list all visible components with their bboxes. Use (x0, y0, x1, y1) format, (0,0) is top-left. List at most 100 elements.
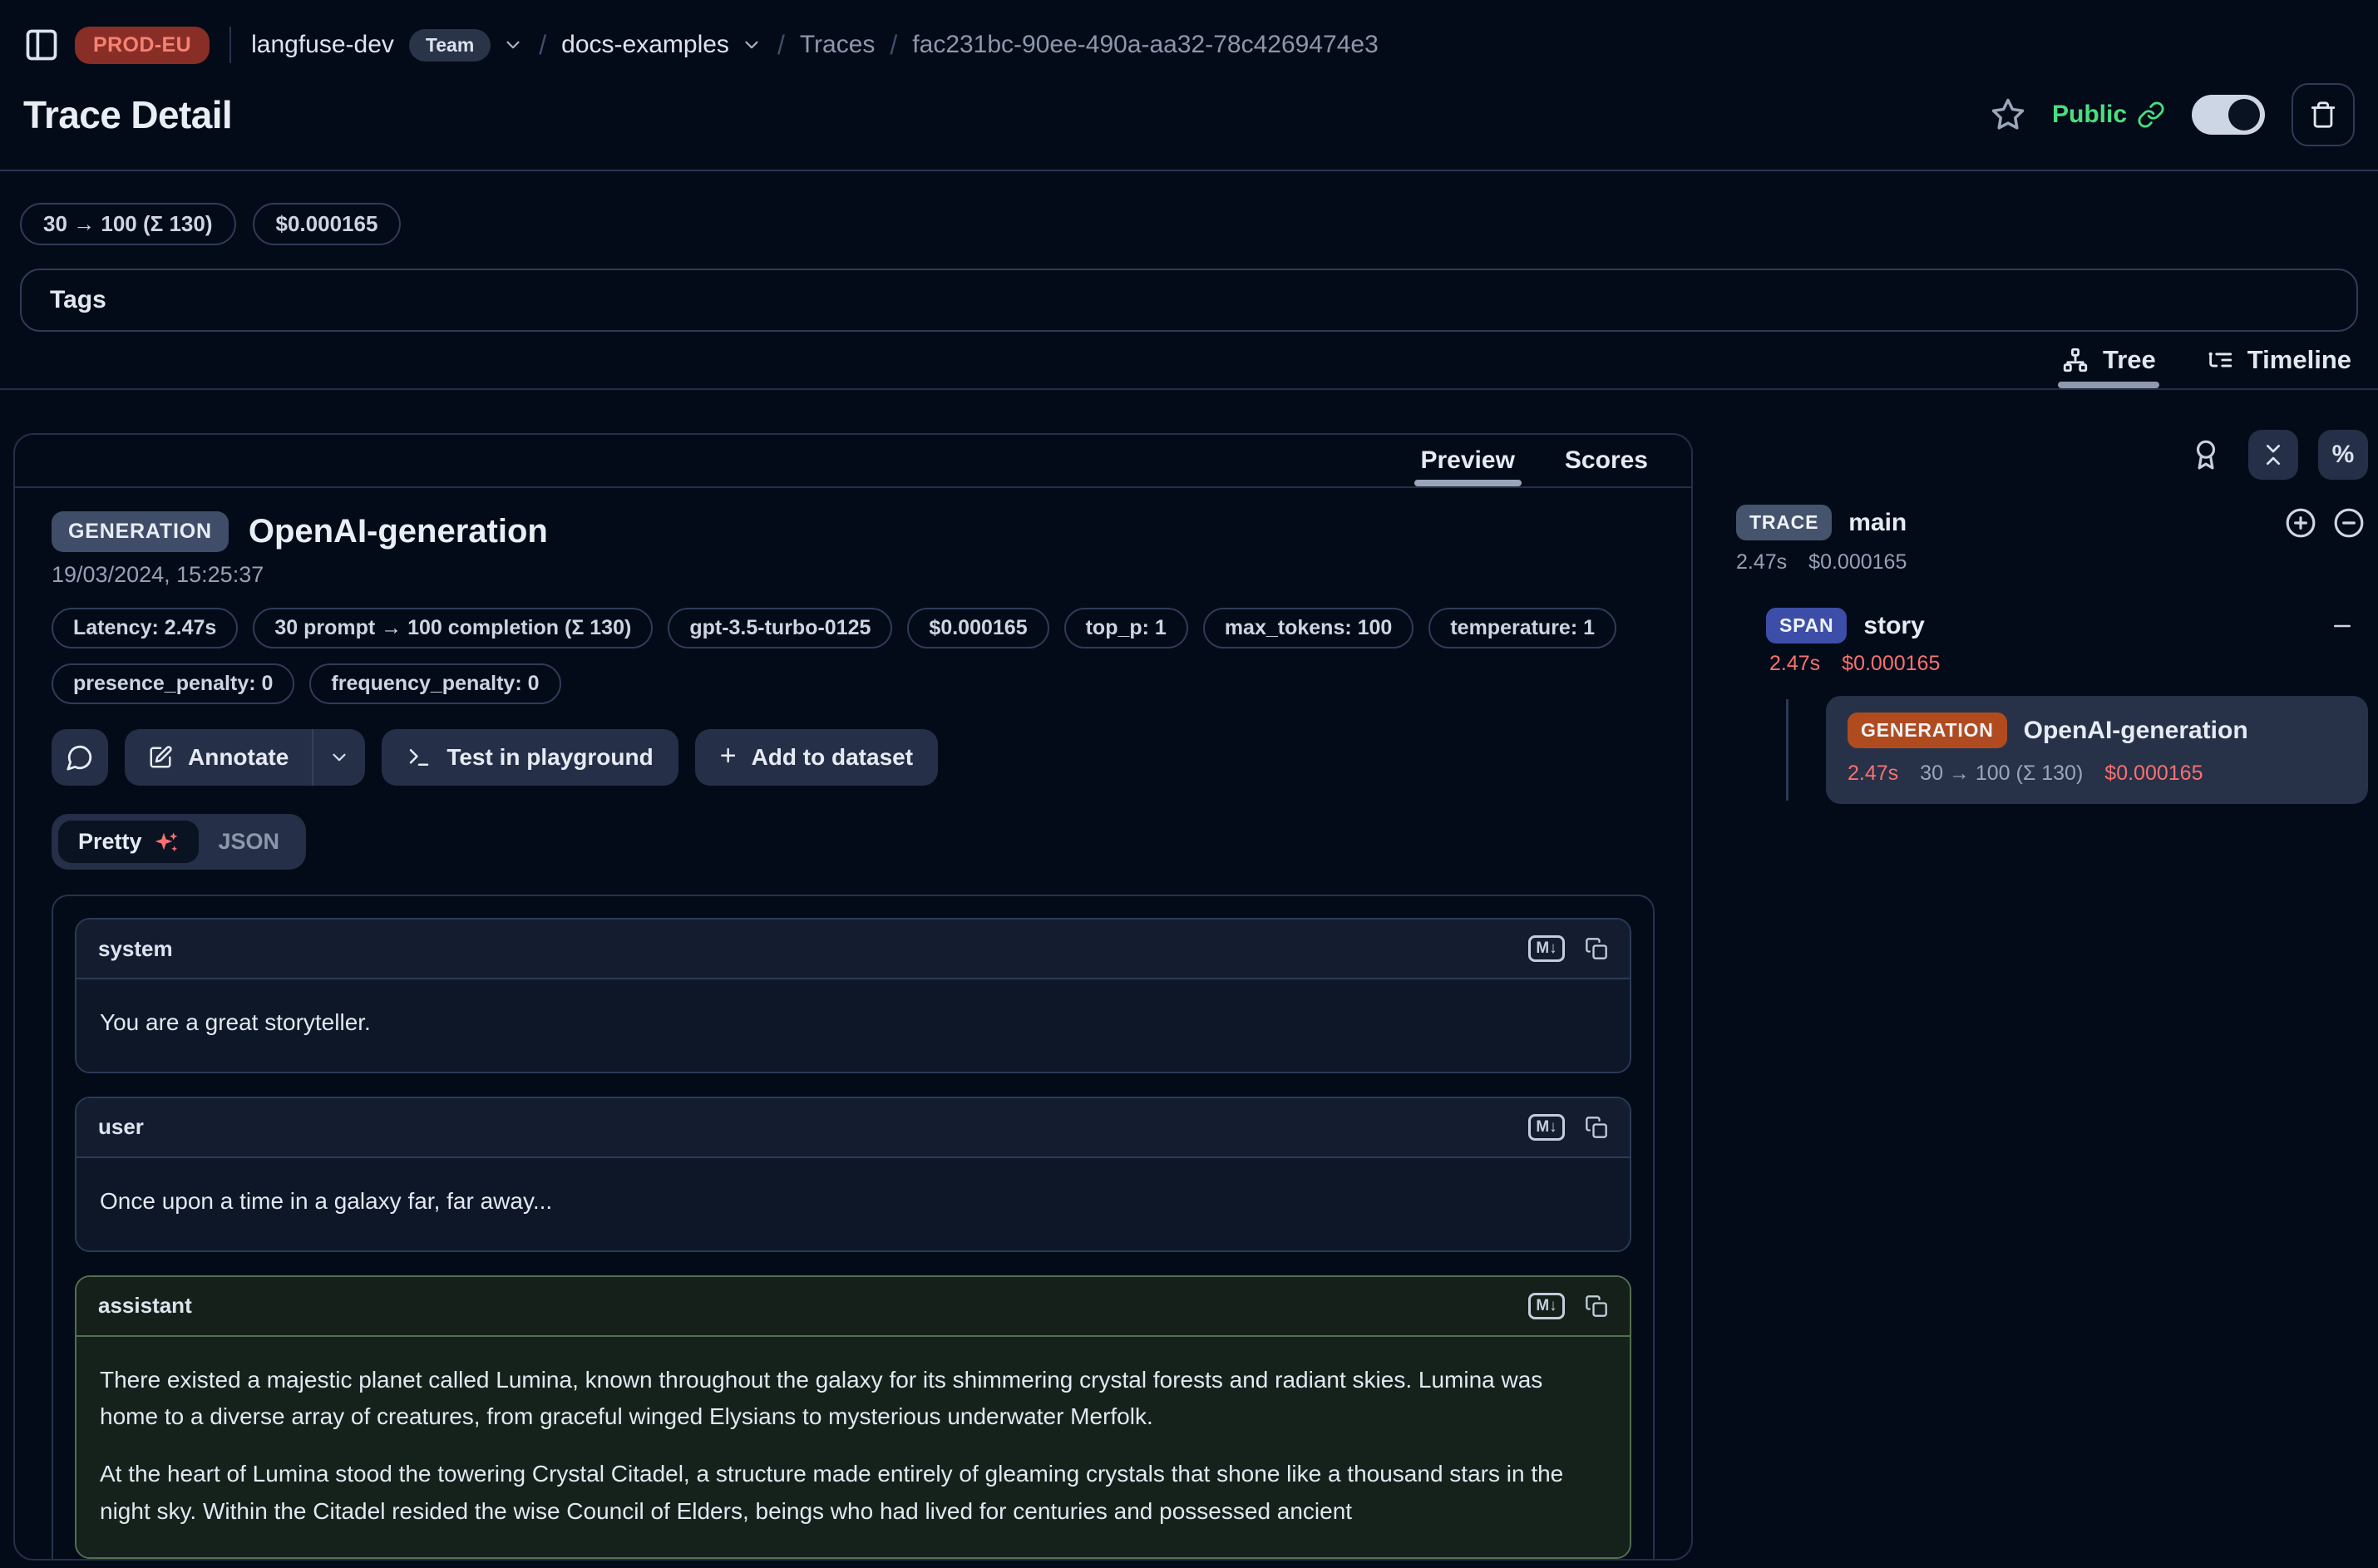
tree-node-span[interactable]: SPAN story (1766, 608, 2368, 643)
span-metrics: 2.47s $0.000165 (1769, 652, 2368, 676)
generation-tokens: 30 → 100 (Σ 130) (1920, 762, 2083, 786)
public-share-link[interactable]: Public (2052, 101, 2165, 129)
comment-icon (66, 743, 94, 772)
tree-zoom-controls (2285, 507, 2365, 539)
span-latency: 2.47s (1769, 652, 1820, 676)
breadcrumb: PROD-EU langfuse-dev Team / docs-example… (20, 17, 2358, 73)
message-role: user (98, 1114, 144, 1140)
add-to-dataset-label: Add to dataset (752, 744, 913, 771)
collapse-node-icon[interactable] (2330, 614, 2355, 639)
tab-preview[interactable]: Preview (1421, 446, 1515, 486)
cost-badge: $0.000165 (907, 608, 1048, 648)
tags-box[interactable]: Tags (20, 269, 2358, 332)
breadcrumb-traces-link[interactable]: Traces (800, 31, 876, 59)
message-assistant: assistant M↓ There existed a majestic pl… (75, 1275, 1631, 1559)
message-content: You are a great storyteller. (76, 979, 1630, 1072)
tree-icon (2061, 346, 2089, 374)
message-tools: M↓ (1528, 1293, 1608, 1319)
markdown-toggle-icon[interactable]: M↓ (1528, 935, 1565, 962)
breadcrumb-separator: / (890, 30, 897, 61)
span-type-badge: SPAN (1766, 608, 1847, 643)
divider (229, 27, 231, 63)
link-icon (2137, 101, 2165, 129)
trace-cost: $0.000165 (1808, 550, 1907, 574)
percent-toggle-button[interactable]: % (2318, 430, 2368, 480)
annotate-button[interactable]: Annotate (125, 744, 312, 771)
max-tokens-badge: max_tokens: 100 (1203, 608, 1414, 648)
chevron-down-icon (328, 747, 350, 768)
annotate-label: Annotate (188, 744, 289, 771)
chevrons-collapse-icon (2260, 441, 2287, 468)
generation-cost: $0.000165 (2104, 762, 2203, 786)
toggle-knob (2228, 99, 2260, 131)
plus-circle-icon[interactable] (2285, 507, 2316, 539)
tab-scores[interactable]: Scores (1565, 446, 1648, 486)
star-icon[interactable] (1991, 97, 2025, 132)
award-icon[interactable] (2190, 439, 2222, 471)
generation-type-badge: GENERATION (1848, 713, 2007, 748)
minus-circle-icon[interactable] (2333, 507, 2365, 539)
observation-type-badge: GENERATION (52, 511, 229, 552)
generation-metrics: 2.47s 30 → 100 (Σ 130) $0.000165 (1848, 762, 2346, 786)
trash-icon (2309, 101, 2337, 129)
token-usage-badge: 30 prompt → 100 completion (Σ 130) (253, 608, 653, 648)
playground-label: Test in playground (446, 744, 653, 771)
format-json-segment[interactable]: JSON (199, 821, 300, 863)
observation-actions: Annotate Test in playground + Add to dat (52, 729, 1655, 786)
view-tabs: Tree Timeline (0, 332, 2378, 390)
chevron-down-icon[interactable] (741, 34, 762, 56)
tree-node-trace[interactable]: TRACE main (1736, 505, 2368, 540)
span-name: story (1863, 612, 1924, 640)
observation-param-badges: Latency: 2.47s 30 prompt → 100 completio… (52, 608, 1655, 704)
org-plan-badge[interactable]: Team (409, 29, 491, 62)
trace-stat-badges: 30 → 100 (Σ 130) $0.000165 (20, 203, 2358, 245)
collapse-all-button[interactable] (2248, 430, 2298, 480)
breadcrumb-project[interactable]: docs-examples (561, 31, 729, 59)
message-system: system M↓ You are a great storyteller. (75, 918, 1631, 1073)
markdown-toggle-icon[interactable]: M↓ (1528, 1114, 1565, 1141)
timeline-icon (2206, 346, 2234, 374)
tab-tree[interactable]: Tree (2061, 345, 2156, 388)
breadcrumb-org[interactable]: langfuse-dev (251, 31, 394, 59)
public-toggle[interactable] (2192, 95, 2265, 135)
format-pretty-segment[interactable]: Pretty (58, 821, 199, 863)
observation-timestamp: 19/03/2024, 15:25:37 (52, 562, 1655, 588)
model-badge: gpt-3.5-turbo-0125 (668, 608, 892, 648)
observation-panel: Preview Scores GENERATION OpenAI-generat… (13, 433, 1693, 1561)
message-role: assistant (98, 1293, 192, 1319)
trace-name: main (1848, 509, 1907, 537)
environment-badge[interactable]: PROD-EU (75, 27, 210, 64)
message-header: assistant M↓ (76, 1277, 1630, 1337)
copy-button[interactable] (1585, 1116, 1608, 1139)
message-content: There existed a majestic planet called L… (76, 1337, 1630, 1557)
title-actions: Public (1991, 83, 2355, 146)
cost-badge: $0.000165 (253, 203, 402, 245)
sparkles-icon (154, 831, 179, 854)
message-tools: M↓ (1528, 1114, 1608, 1141)
tree-node-generation-selected[interactable]: GENERATION OpenAI-generation 2.47s 30 → … (1826, 696, 2368, 804)
annotate-dropdown-button[interactable] (313, 747, 365, 768)
add-to-dataset-button[interactable]: + Add to dataset (695, 729, 938, 786)
token-usage-badge: 30 → 100 (Σ 130) (20, 203, 236, 245)
copy-button[interactable] (1585, 1294, 1608, 1318)
chevron-down-icon[interactable] (502, 34, 524, 56)
trace-tree-panel: % TRACE main 2.47s $0.000165 (1736, 430, 2368, 804)
comment-button[interactable] (52, 729, 108, 786)
test-in-playground-button[interactable]: Test in playground (382, 729, 678, 786)
generation-row: GENERATION OpenAI-generation (1848, 713, 2346, 748)
tab-timeline[interactable]: Timeline (2206, 345, 2351, 388)
sidebar-toggle-button[interactable] (23, 27, 60, 63)
pretty-label: Pretty (78, 829, 142, 855)
format-toggle: Pretty JSON (52, 814, 306, 870)
title-row: Trace Detail Public (20, 83, 2358, 170)
page-title: Trace Detail (23, 92, 232, 137)
markdown-toggle-icon[interactable]: M↓ (1528, 1293, 1565, 1319)
copy-icon (1585, 1116, 1608, 1139)
delete-trace-button[interactable] (2292, 83, 2355, 146)
top-p-badge: top_p: 1 (1064, 608, 1188, 648)
copy-icon (1585, 1294, 1608, 1318)
message-role: system (98, 936, 173, 962)
generation-name: OpenAI-generation (2024, 717, 2248, 745)
copy-button[interactable] (1585, 937, 1608, 960)
panel-tabs: Preview Scores (15, 435, 1691, 488)
